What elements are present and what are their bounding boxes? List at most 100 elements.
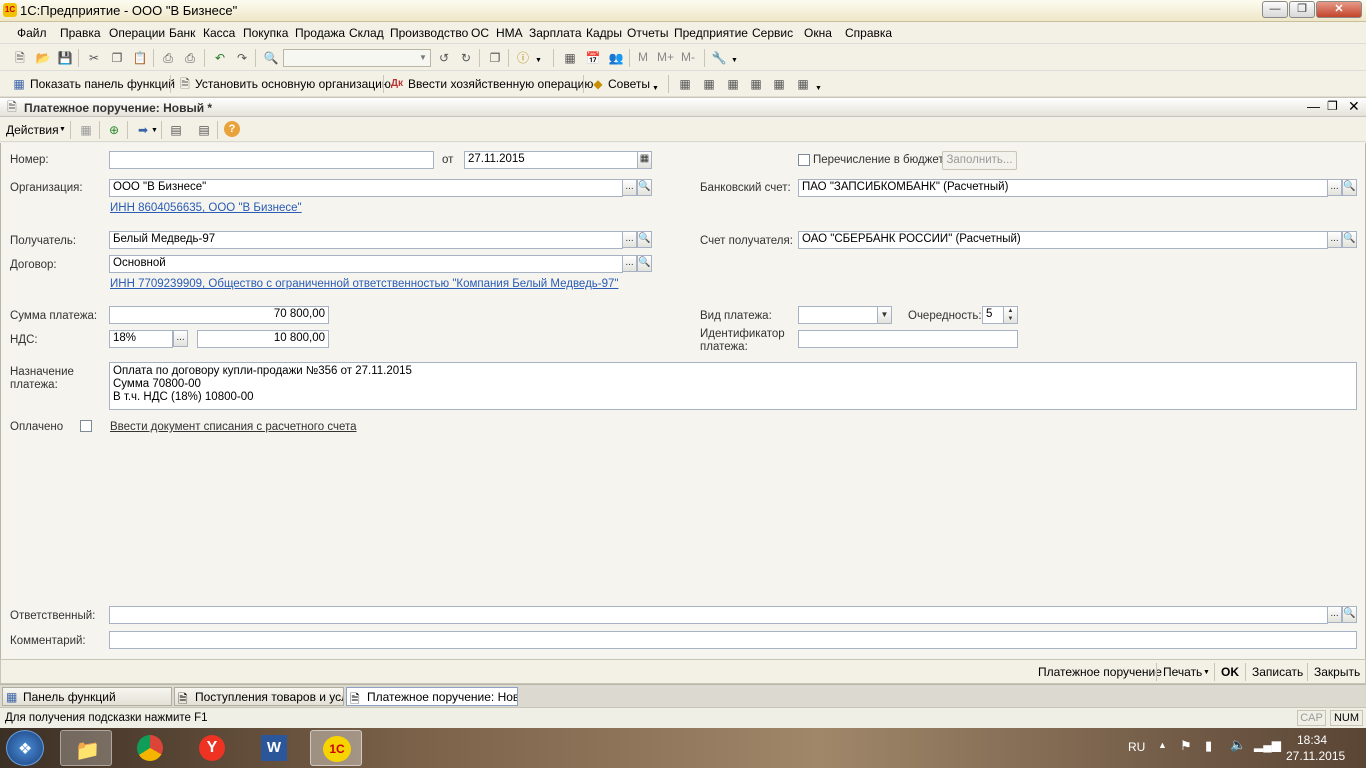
windows-icon[interactable]: ❐ — [487, 50, 503, 66]
start-button[interactable]: ❖ — [6, 730, 44, 766]
payment-type-field[interactable] — [798, 306, 878, 324]
go-dropdown-icon[interactable]: ▼ — [151, 127, 158, 134]
maximize-button[interactable]: ❐ — [1289, 1, 1315, 18]
budget-checkbox[interactable] — [798, 154, 810, 166]
tab-function-panel[interactable]: ▦ Панель функций — [2, 687, 172, 706]
search-input[interactable]: ▼ — [283, 49, 431, 67]
responsible-select-button[interactable]: ... — [1327, 606, 1342, 623]
undo-icon[interactable]: ↶ — [212, 50, 228, 66]
language-indicator[interactable]: RU — [1128, 740, 1145, 754]
recipient-account-select-button[interactable]: ... — [1327, 231, 1342, 248]
menu-hr[interactable]: Кадры — [586, 26, 622, 40]
menu-windows[interactable]: Окна — [804, 26, 832, 40]
structure-icon[interactable]: ▤ — [168, 122, 184, 138]
info-icon[interactable]: ⓘ — [515, 50, 531, 66]
menu-service[interactable]: Сервис — [752, 26, 793, 40]
comment-field[interactable] — [109, 631, 1357, 649]
print-button[interactable]: Печать — [1163, 665, 1202, 679]
search-icon[interactable]: 🔍 — [263, 50, 279, 66]
find-next-icon[interactable]: ↺ — [436, 50, 452, 66]
menu-warehouse[interactable]: Склад — [349, 26, 384, 40]
copy-document-icon[interactable]: ⊕ — [106, 122, 122, 138]
turnover-icon[interactable]: ▦ — [748, 76, 764, 92]
doc-minimize-icon[interactable]: — — [1307, 99, 1320, 114]
info-dropdown-icon[interactable]: ▼ — [535, 57, 542, 64]
close-window-button[interactable]: ✕ — [1316, 1, 1362, 18]
show-function-panel-button[interactable]: Показать панель функций — [30, 77, 175, 91]
cut-icon[interactable]: ✂ — [86, 50, 102, 66]
card-icon[interactable]: ▦ — [795, 76, 811, 92]
journal-icon[interactable]: ▦ — [677, 76, 693, 92]
organization-field[interactable]: ООО "В Бизнесе" — [109, 179, 623, 197]
volume-icon[interactable]: 🔈 — [1230, 737, 1246, 753]
bank-account-field[interactable]: ПАО "ЗАПСИБКОМБАНК" (Расчетный) — [798, 179, 1328, 197]
menu-cash[interactable]: Касса — [203, 26, 235, 40]
menu-operations[interactable]: Операции — [109, 26, 165, 40]
accounts-icon[interactable]: ▦ — [701, 76, 717, 92]
menu-purchase[interactable]: Покупка — [243, 26, 288, 40]
calculator-icon[interactable]: ▦ — [562, 50, 578, 66]
contract-inn-link[interactable]: ИНН 7709239909, Общество с ограниченной … — [110, 278, 618, 290]
find-prev-icon[interactable]: ↻ — [458, 50, 474, 66]
print-preview-icon[interactable]: ⎙ — [182, 50, 198, 66]
print-dropdown-icon[interactable]: ▼ — [1203, 669, 1210, 676]
organization-select-button[interactable]: ... — [622, 179, 637, 196]
priority-spinner-icon[interactable]: ▲ ▼ — [1003, 306, 1018, 324]
doc-close-icon[interactable]: ✕ — [1348, 98, 1360, 115]
enter-operation-button[interactable]: Ввести хозяйственную операцию — [408, 77, 593, 91]
recipient-field[interactable]: Белый Медведь-97 — [109, 231, 623, 249]
taskbar-word[interactable]: W — [248, 730, 300, 766]
open-icon[interactable]: 📂 — [35, 50, 51, 66]
save-button[interactable]: Записать — [1252, 665, 1303, 679]
users-icon[interactable]: 👥 — [608, 50, 624, 66]
new-icon[interactable]: 🗎 — [12, 50, 28, 66]
recipient-select-button[interactable]: ... — [622, 231, 637, 248]
tips-button[interactable]: Советы — [608, 77, 650, 91]
menu-reports[interactable]: Отчеты — [627, 26, 668, 40]
vat-sum-field[interactable]: 10 800,00 — [197, 330, 329, 348]
menu-production[interactable]: Производство — [390, 26, 468, 40]
contract-select-button[interactable]: ... — [622, 255, 637, 272]
clock-date[interactable]: 27.11.2015 — [1286, 749, 1345, 763]
paste-icon[interactable]: 📋 — [132, 50, 148, 66]
date-field[interactable]: 27.11.2015 — [464, 151, 638, 169]
taskbar-chrome[interactable] — [124, 730, 176, 766]
recipient-open-icon[interactable]: 🔍 — [637, 231, 652, 248]
vat-rate-select-button[interactable]: ... — [173, 330, 188, 347]
taskbar-yandex[interactable]: Y — [186, 730, 238, 766]
menu-enterprise[interactable]: Предприятие — [674, 26, 748, 40]
priority-field[interactable]: 5 — [982, 306, 1004, 324]
menu-edit[interactable]: Правка — [60, 26, 101, 40]
responsible-open-icon[interactable]: 🔍 — [1342, 606, 1357, 623]
paid-checkbox[interactable] — [80, 420, 92, 432]
contract-open-icon[interactable]: 🔍 — [637, 255, 652, 272]
menu-fixed-assets[interactable]: ОС — [471, 26, 489, 40]
tools-icon[interactable]: 🔧 — [711, 50, 727, 66]
enter-writeoff-link[interactable]: Ввести документ списания с расчетного сч… — [110, 421, 357, 433]
number-field[interactable] — [109, 151, 434, 169]
clock-time[interactable]: 18:34 — [1297, 733, 1327, 747]
menu-help[interactable]: Справка — [845, 26, 892, 40]
sum-field[interactable]: 70 800,00 — [109, 306, 329, 324]
contract-field[interactable]: Основной — [109, 255, 623, 273]
calendar-picker-icon[interactable]: ▦ — [637, 151, 652, 169]
organization-inn-link[interactable]: ИНН 8604056635, ООО "В Бизнесе" — [110, 202, 302, 214]
taskbar-explorer[interactable]: 📁 — [60, 730, 112, 766]
vat-rate-field[interactable]: 18% — [109, 330, 173, 348]
bank-account-select-button[interactable]: ... — [1327, 179, 1342, 196]
help-icon[interactable]: ? — [224, 121, 240, 137]
post-icon[interactable]: ▦ — [78, 122, 94, 138]
show-hidden-icons-icon[interactable]: ▲ — [1158, 740, 1167, 750]
taskbar-1c[interactable]: 1С — [310, 730, 362, 766]
battery-icon[interactable]: ▮ — [1205, 738, 1212, 754]
calendar-icon[interactable]: 📅 — [585, 50, 601, 66]
redo-icon[interactable]: ↷ — [234, 50, 250, 66]
analysis-icon[interactable]: ▦ — [771, 76, 787, 92]
minimize-button[interactable]: — — [1262, 1, 1288, 18]
memory-button[interactable]: M — [638, 50, 648, 64]
menu-salary[interactable]: Зарплата — [529, 26, 582, 40]
tab-payment-order[interactable]: 🗎 Платежное поручение: Нов... — [346, 687, 518, 706]
set-main-organization-button[interactable]: Установить основную организацию — [195, 77, 391, 91]
flag-icon[interactable]: ⚑ — [1180, 738, 1192, 754]
print-icon[interactable]: ⎙ — [160, 50, 176, 66]
